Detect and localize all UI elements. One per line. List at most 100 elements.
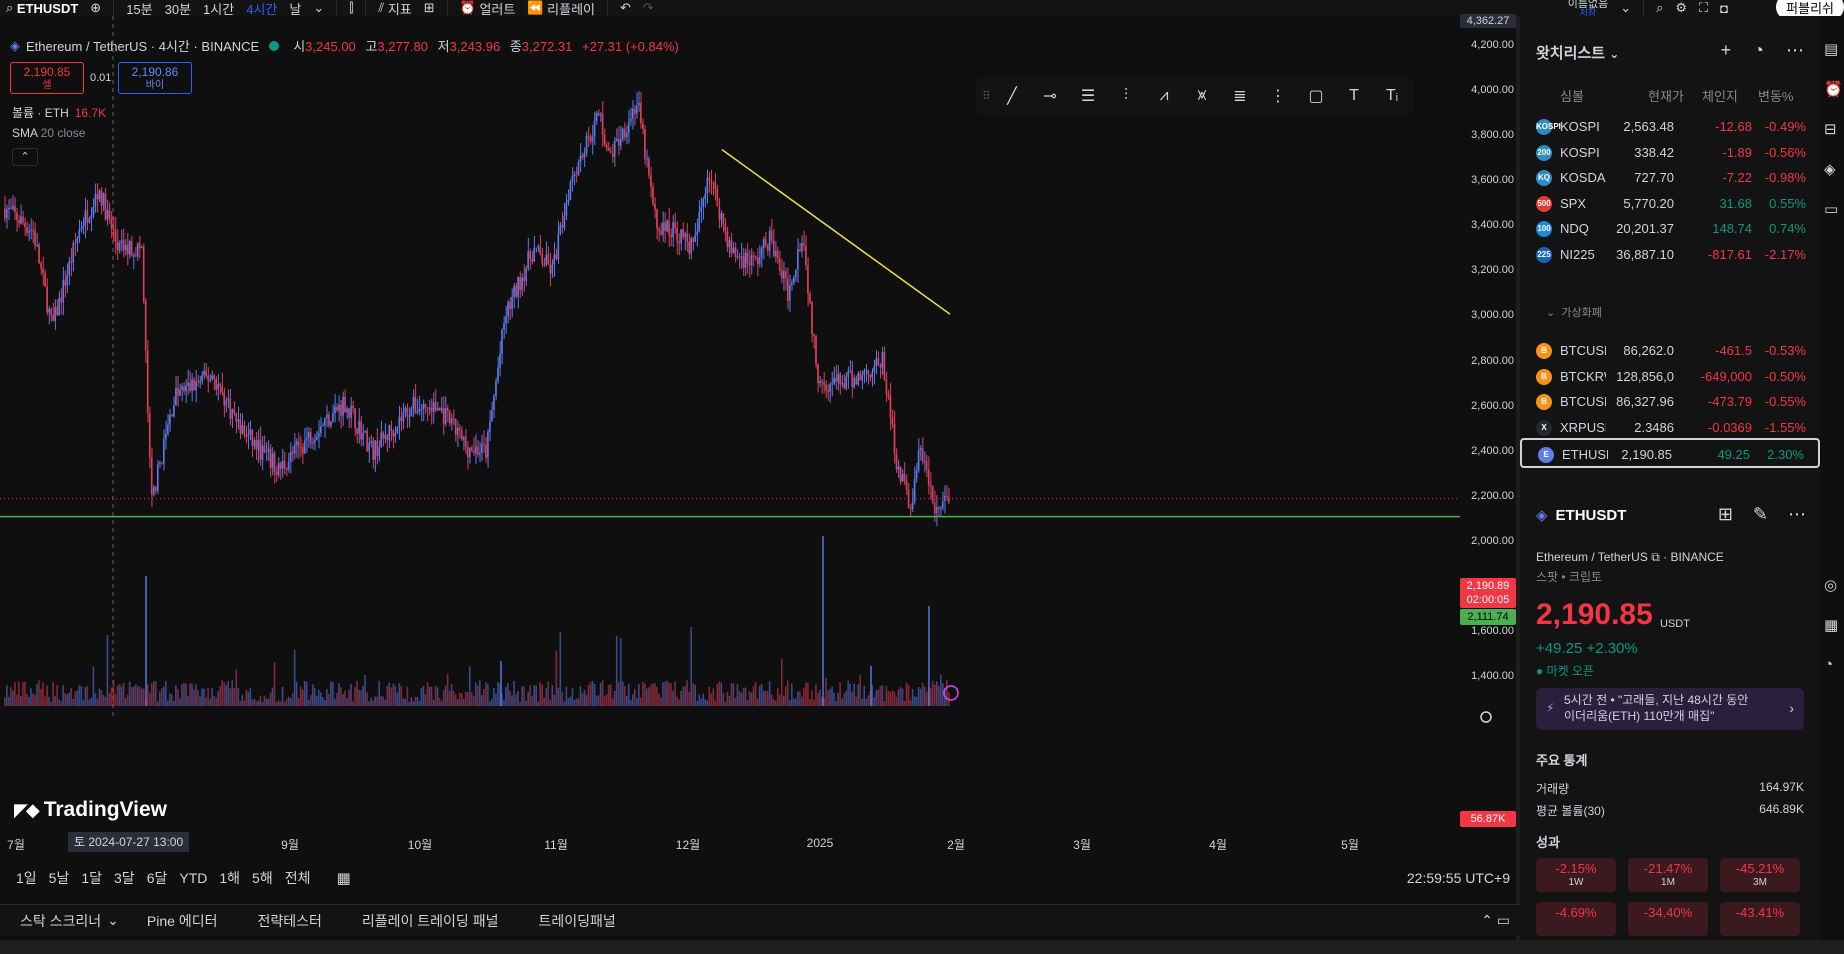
grid-icon[interactable]: ⊞ xyxy=(1718,504,1733,525)
performance-cell[interactable]: -43.41% xyxy=(1720,902,1800,936)
chevron-down-icon[interactable]: ⌄ xyxy=(307,0,330,16)
chart-pane[interactable]: ◈ Ethereum / TetherUS · 4시간 · BINANCE 시3… xyxy=(0,14,1520,856)
symbol-search[interactable]: ⌕ ETHUSDT xyxy=(0,0,84,16)
range-button[interactable]: 5해 xyxy=(246,868,279,888)
watchlist-title[interactable]: 왓치리스트 ⌄ xyxy=(1536,42,1619,63)
bottom-panel-tab[interactable]: 스탁 스크리너 xyxy=(0,911,121,931)
buy-button[interactable]: 2,190.86 바이 xyxy=(118,62,192,94)
drag-handle-icon[interactable]: ⠿ xyxy=(982,89,991,103)
horizontal-ray-icon[interactable]: ⊸ xyxy=(1034,82,1066,110)
watchlist-row[interactable]: 225 NI225 36,887.10 -817.61 -2.17% xyxy=(1520,240,1820,270)
volume-bar xyxy=(805,682,807,706)
row-pct: -2.17% xyxy=(1764,246,1806,262)
pitchfork-icon[interactable]: ⫶ xyxy=(1110,82,1142,110)
bell-icon[interactable]: ◔ xyxy=(1824,656,1833,673)
price-chart[interactable] xyxy=(0,16,1520,856)
col-pct[interactable]: 변동% xyxy=(1758,86,1793,105)
chat-icon[interactable]: ▭ xyxy=(1824,200,1838,218)
watchlist-row[interactable]: E ETHUSDT 2,190.85 49.25 2.30% xyxy=(1520,438,1820,468)
templates-button[interactable]: ⊞ xyxy=(418,0,441,16)
col-symbol[interactable]: 심볼 xyxy=(1560,86,1584,105)
volume-bar xyxy=(591,680,594,706)
interval-15m[interactable]: 15분 xyxy=(120,0,158,17)
edit-icon[interactable]: ✎ xyxy=(1753,504,1768,525)
range-button[interactable]: 1달 xyxy=(75,868,108,888)
volume-bar xyxy=(251,699,254,706)
interval-1h[interactable]: 1시간 xyxy=(197,0,240,17)
volume-legend[interactable]: 볼륨 · ETH 16.7K xyxy=(12,104,106,121)
more-icon[interactable]: ⋯ xyxy=(1786,40,1804,61)
undo-button[interactable]: ↶ xyxy=(614,0,637,16)
trendline-tool-icon[interactable]: ╱ xyxy=(996,82,1028,110)
range-button[interactable]: 3달 xyxy=(108,868,141,888)
volume-bar xyxy=(601,680,604,706)
camera-icon[interactable]: ◘ xyxy=(1714,0,1734,16)
chevron-up-icon[interactable]: ⌃ xyxy=(1481,912,1497,928)
target-icon[interactable]: ◎ xyxy=(1824,576,1837,594)
more-icon[interactable]: ⋯ xyxy=(1788,504,1806,525)
calendar-icon[interactable]: ▦ xyxy=(1824,616,1838,634)
indicators-button[interactable]: ⫽ 지표 xyxy=(372,0,417,16)
add-symbol-button[interactable]: ⊕ xyxy=(84,0,107,16)
chevron-down-icon[interactable]: ⌄ xyxy=(107,912,119,929)
volume-bar xyxy=(362,686,364,706)
bottom-panel-tab[interactable]: Pine 에디터 xyxy=(127,911,238,931)
bottom-panel-tab[interactable]: 전략테스터 xyxy=(237,911,341,931)
col-last[interactable]: 현재가 xyxy=(1648,86,1684,105)
performance-cell[interactable]: -45.21% 3M xyxy=(1720,858,1800,892)
layout-button[interactable]: 이름없음 저장 xyxy=(1562,0,1614,16)
performance-cell[interactable]: -4.69% xyxy=(1536,902,1616,936)
alarm-icon[interactable]: ⏰ xyxy=(1824,80,1843,98)
performance-cell[interactable]: -34.40% xyxy=(1628,902,1708,936)
alert-button[interactable]: ⏰ 얼러트 xyxy=(454,0,522,16)
text-settings-icon[interactable]: Tᵢ xyxy=(1376,82,1408,110)
range-button[interactable]: 6달 xyxy=(141,868,174,888)
layers-icon[interactable]: ◈ xyxy=(1824,160,1836,178)
candle-body xyxy=(150,457,153,495)
sell-button[interactable]: 2,190.85 셀 xyxy=(10,62,84,94)
col-change[interactable]: 체인지 xyxy=(1702,86,1738,105)
publish-button[interactable]: 퍼블리쉬 xyxy=(1776,0,1844,16)
group-crypto[interactable]: ⌄ 가상화폐 xyxy=(1546,304,1602,320)
range-button[interactable]: 1일 xyxy=(10,868,43,888)
fullscreen-icon[interactable]: ⛶ xyxy=(1693,0,1714,16)
detail-symbol[interactable]: ◈ ETHUSDT xyxy=(1536,506,1626,525)
fib-retracement-icon[interactable]: ≣ xyxy=(1224,82,1256,110)
range-button[interactable]: 5날 xyxy=(43,868,76,888)
elliott-wave-icon[interactable]: ⩘ xyxy=(1148,82,1180,110)
interval-4h[interactable]: 4시간 xyxy=(240,0,283,17)
replay-button[interactable]: ⏪ 리플레이 xyxy=(521,0,601,16)
collapse-legend-button[interactable]: ⌃ xyxy=(12,148,38,166)
interval-30m[interactable]: 30분 xyxy=(159,0,197,17)
clock-readout[interactable]: 22:59:55 UTC+9 xyxy=(1407,870,1510,886)
tradingview-logo[interactable]: ◤◆ TradingView xyxy=(14,798,167,822)
interval-day[interactable]: 날 xyxy=(283,0,307,17)
maximize-icon[interactable]: ▭ xyxy=(1497,912,1510,928)
sma-legend[interactable]: SMA 20 close xyxy=(12,126,85,140)
candle-type-button[interactable]: ⫿ xyxy=(343,0,359,16)
gear-icon[interactable]: ⚙ xyxy=(1669,0,1693,16)
watchlist-icon[interactable]: ▤ xyxy=(1824,40,1838,58)
chevron-down-icon[interactable]: ⌄ xyxy=(1614,0,1637,16)
volume-bar xyxy=(760,684,763,706)
search-icon[interactable]: ⌕ xyxy=(1650,0,1669,16)
range-button[interactable]: 전체 xyxy=(279,868,317,888)
range-button[interactable]: 1해 xyxy=(213,868,246,888)
text-tool-icon[interactable]: T xyxy=(1338,82,1370,110)
fib-extension-icon[interactable]: ⋮ xyxy=(1262,82,1294,110)
redo-button[interactable]: ↷ xyxy=(637,0,660,16)
range-button[interactable]: YTD xyxy=(173,870,213,886)
performance-cell[interactable]: -21.47% 1M xyxy=(1628,858,1708,892)
abcd-pattern-icon[interactable]: ⩙ xyxy=(1186,82,1218,110)
parallel-channel-icon[interactable]: ☰ xyxy=(1072,82,1104,110)
performance-cell[interactable]: -2.15% 1W xyxy=(1536,858,1616,892)
calendar-range-icon[interactable]: ▦ xyxy=(336,869,350,887)
rectangle-tool-icon[interactable]: ▢ xyxy=(1300,82,1332,110)
chart-pie-icon[interactable]: ◔ xyxy=(1753,40,1764,61)
plus-icon[interactable]: + xyxy=(1721,40,1732,61)
news-card[interactable]: ⚡ 5시간 전 • "고래들, 지난 48시간 동안 이더리움(ETH) 110… xyxy=(1536,688,1804,730)
external-link-icon[interactable]: ⧉ xyxy=(1651,550,1660,564)
bottom-panel-tab[interactable]: 트레이딩패널 xyxy=(518,911,635,931)
chart-icon[interactable]: ⊟ xyxy=(1824,120,1837,138)
bottom-panel-tab[interactable]: 리플레이 트레이딩 패널 xyxy=(342,911,519,931)
